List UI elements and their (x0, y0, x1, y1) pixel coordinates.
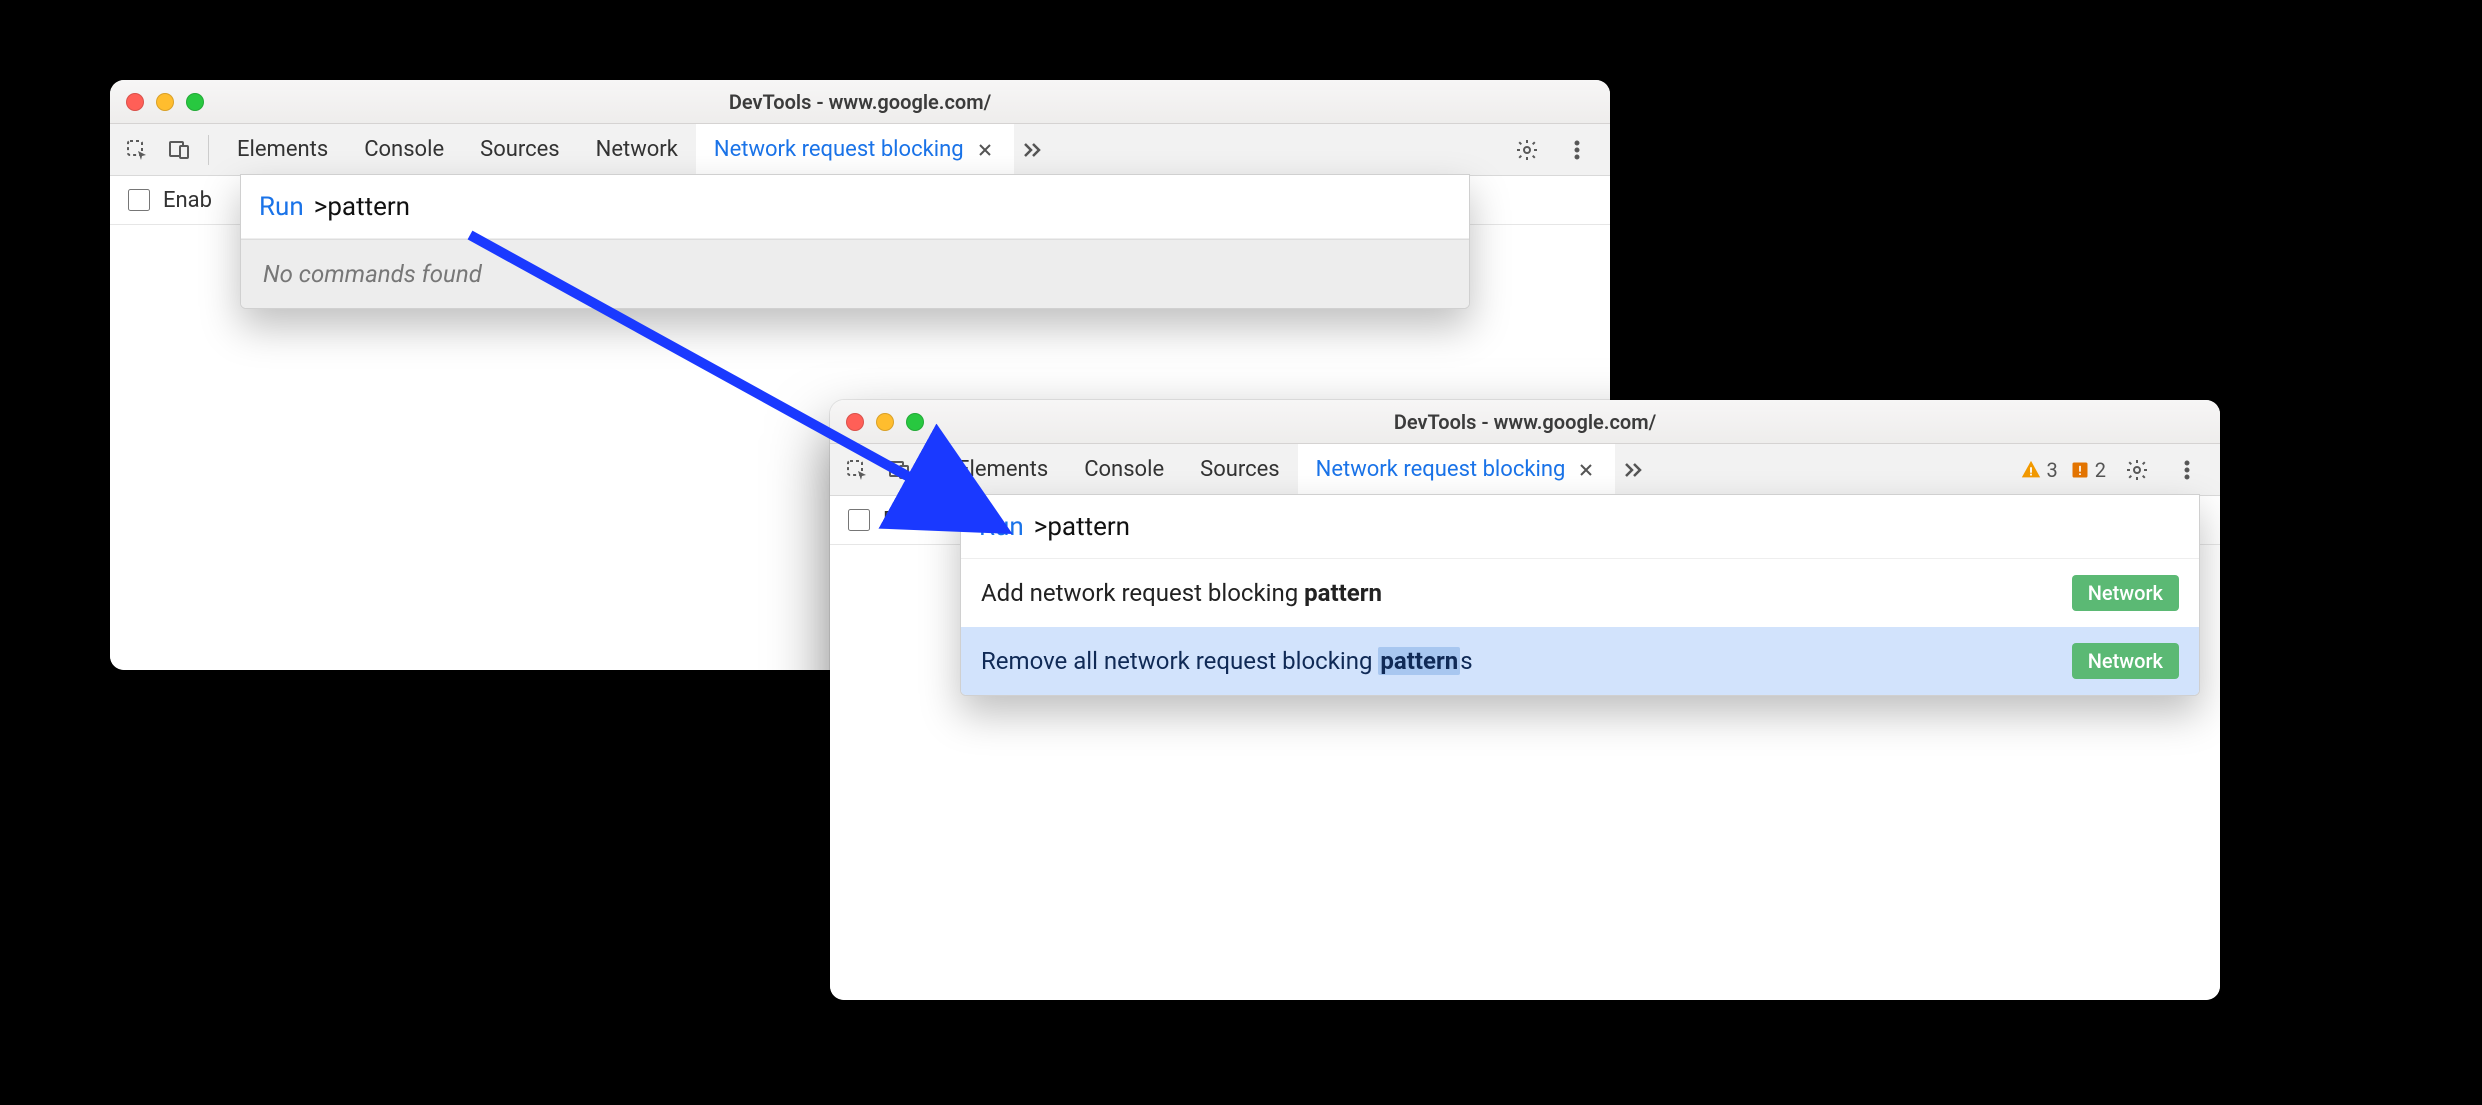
device-toggle-icon[interactable] (160, 131, 198, 169)
window-close-button[interactable] (846, 413, 864, 431)
warnings-badge[interactable]: 3 (2020, 458, 2058, 482)
toolbar-right: 3 2 (2020, 451, 2213, 489)
traffic-lights (846, 413, 924, 431)
overflow-tabs-icon[interactable] (1615, 458, 1651, 482)
tab-label: Network request blocking (714, 137, 964, 162)
command-results-list: Add network request blocking pattern Net… (961, 559, 2199, 695)
titlebar: DevTools - www.google.com/ (110, 80, 1610, 124)
inspect-element-icon[interactable] (118, 131, 156, 169)
settings-icon[interactable] (1508, 131, 1546, 169)
inspect-element-icon[interactable] (838, 451, 876, 489)
tab-network[interactable]: Network (578, 124, 696, 176)
command-item-label: Add network request blocking pattern (981, 579, 1382, 607)
enable-blocking-checkbox[interactable] (848, 509, 870, 531)
tab-console[interactable]: Console (1066, 444, 1182, 496)
tab-label: Network request blocking (1316, 457, 1566, 482)
command-palette: Run >pattern Add network request blockin… (960, 494, 2200, 696)
window-title: DevTools - www.google.com/ (830, 410, 2220, 434)
settings-icon[interactable] (2118, 451, 2156, 489)
tabs: Elements Console Sources Network Network… (219, 124, 1504, 176)
toolbar-divider (928, 455, 929, 485)
window-title: DevTools - www.google.com/ (110, 90, 1610, 114)
tab-elements[interactable]: Elements (939, 444, 1066, 496)
command-query: >pattern (1034, 512, 1130, 542)
command-query: >pattern (314, 192, 410, 222)
command-item-add-blocking-pattern[interactable]: Add network request blocking pattern Net… (961, 559, 2199, 627)
tab-close-icon[interactable] (974, 139, 996, 161)
toolbar-right (1508, 131, 1602, 169)
command-input-row[interactable]: Run >pattern (241, 175, 1469, 239)
tabs: Elements Console Sources Network request… (939, 444, 2016, 496)
overflow-tabs-icon[interactable] (1014, 138, 1050, 162)
kebab-menu-icon[interactable] (1558, 131, 1596, 169)
tab-network-request-blocking[interactable]: Network request blocking (696, 124, 1014, 176)
traffic-lights (126, 93, 204, 111)
command-item-label: Remove all network request blocking patt… (981, 647, 1473, 675)
issues-badge[interactable]: 2 (2070, 458, 2106, 482)
window-minimize-button[interactable] (156, 93, 174, 111)
tab-elements[interactable]: Elements (219, 124, 346, 176)
kebab-menu-icon[interactable] (2168, 451, 2206, 489)
command-item-remove-blocking-patterns[interactable]: Remove all network request blocking patt… (961, 627, 2199, 695)
devtools-window-after: DevTools - www.google.com/ Elements Cons… (830, 400, 2220, 1000)
tab-network-request-blocking[interactable]: Network request blocking (1298, 444, 1616, 496)
enable-blocking-label: Enab (883, 508, 932, 533)
devtools-tab-bar: Elements Console Sources Network request… (830, 444, 2220, 496)
window-close-button[interactable] (126, 93, 144, 111)
window-zoom-button[interactable] (186, 93, 204, 111)
tab-sources[interactable]: Sources (462, 124, 578, 176)
window-zoom-button[interactable] (906, 413, 924, 431)
tab-console[interactable]: Console (346, 124, 462, 176)
panel-content: Enab Run >pattern Add network request bl… (830, 496, 2220, 1000)
titlebar: DevTools - www.google.com/ (830, 400, 2220, 444)
tab-sources[interactable]: Sources (1182, 444, 1298, 496)
window-minimize-button[interactable] (876, 413, 894, 431)
tab-close-icon[interactable] (1575, 459, 1597, 481)
toolbar-divider (208, 135, 209, 165)
command-category-tag: Network (2072, 643, 2179, 679)
enable-blocking-label: Enab (163, 188, 212, 213)
command-run-label: Run (979, 512, 1024, 542)
command-empty-message: No commands found (241, 239, 1469, 308)
command-category-tag: Network (2072, 575, 2179, 611)
enable-blocking-checkbox[interactable] (128, 189, 150, 211)
issues-count: 2 (2095, 458, 2106, 482)
device-toggle-icon[interactable] (880, 451, 918, 489)
command-palette: Run >pattern No commands found (240, 174, 1470, 309)
devtools-tab-bar: Elements Console Sources Network Network… (110, 124, 1610, 176)
warnings-count: 3 (2047, 458, 2058, 482)
command-input-row[interactable]: Run >pattern (961, 495, 2199, 559)
command-run-label: Run (259, 192, 304, 222)
